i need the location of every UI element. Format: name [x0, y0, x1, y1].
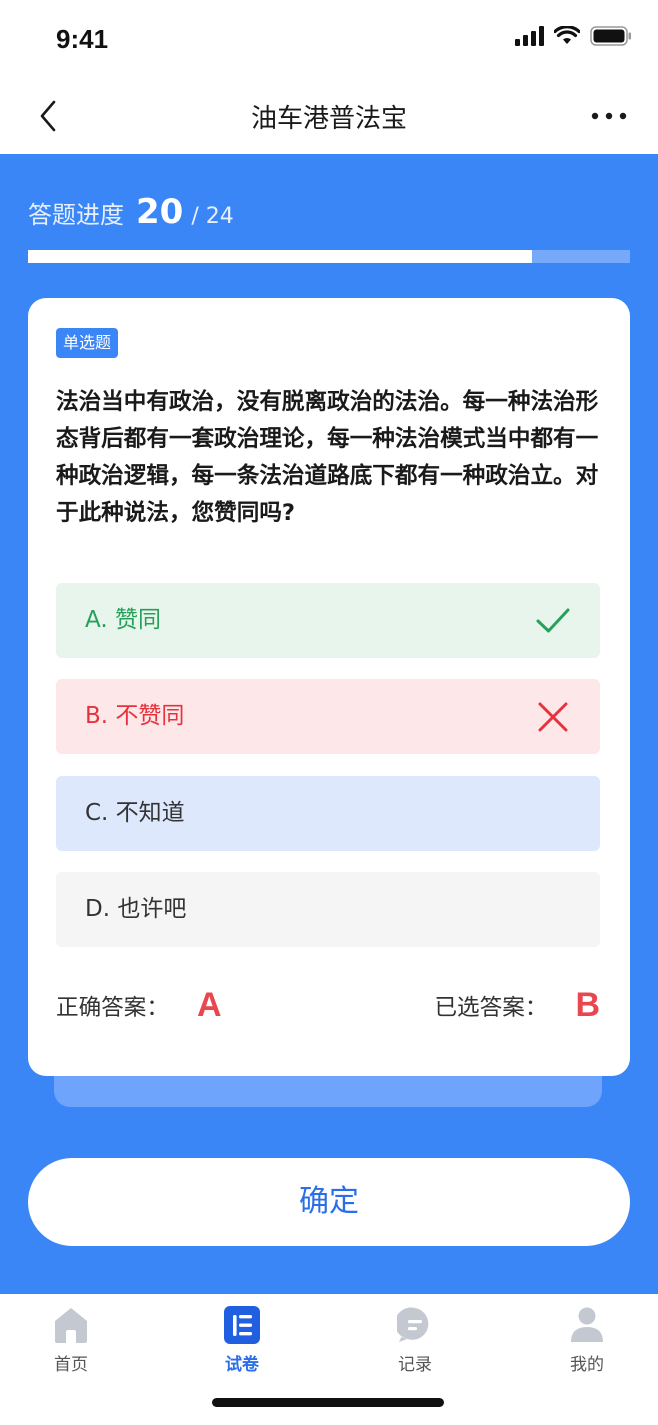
status-time: 9:41 — [56, 24, 109, 54]
tab-label: 试卷 — [225, 1355, 259, 1375]
option-label: A. 赞同 — [85, 607, 161, 633]
status-bar: 9:41 — [0, 0, 658, 80]
correct-answer: 正确答案： A — [56, 986, 222, 1025]
tab-label: 我的 — [570, 1355, 604, 1375]
status-icons — [515, 26, 632, 46]
progress-bar — [28, 250, 630, 263]
profile-icon — [571, 1307, 603, 1342]
selected-answer-label: 已选答案： — [434, 995, 548, 1021]
tab-label: 首页 — [54, 1355, 88, 1375]
progress-indicator: 答题进度 20 / 24 — [28, 192, 234, 232]
check-icon — [536, 608, 570, 633]
question-card: 单选题 法治当中有政治，没有脱离政治的法治。每一种法治形态背后都有一套政治理论，… — [28, 298, 630, 1076]
tab-label: 记录 — [398, 1355, 432, 1375]
option-label: D. 也许吧 — [85, 896, 187, 922]
record-chat-icon — [397, 1307, 429, 1342]
option-c[interactable]: C. 不知道 — [56, 776, 600, 851]
home-icon — [55, 1308, 87, 1343]
option-a[interactable]: A. 赞同 — [56, 583, 600, 658]
tab-profile[interactable]: 我的 — [537, 1304, 637, 1376]
correct-answer-value: A — [196, 986, 222, 1024]
home-indicator — [212, 1398, 444, 1407]
wifi-icon — [554, 26, 580, 44]
correct-answer-label: 正确答案： — [56, 995, 169, 1021]
option-label: B. 不赞同 — [85, 703, 185, 729]
confirm-button[interactable]: 确定 — [28, 1158, 630, 1246]
tab-exam[interactable]: 试卷 — [192, 1304, 292, 1376]
progress-bar-fill — [28, 250, 533, 263]
tab-record[interactable]: 记录 — [365, 1304, 465, 1376]
nav-bar: 油车港普法宝 — [0, 80, 658, 154]
option-d[interactable]: D. 也许吧 — [56, 872, 600, 947]
cross-icon — [538, 702, 568, 732]
option-b[interactable]: B. 不赞同 — [56, 679, 600, 754]
question-text: 法治当中有政治，没有脱离政治的法治。每一种法治形态背后都有一套政治理论，每一种法… — [56, 389, 599, 526]
option-label: C. 不知道 — [85, 800, 185, 826]
progress-total: / 24 — [191, 204, 234, 229]
exam-list-icon — [224, 1306, 260, 1344]
progress-current: 20 — [136, 192, 184, 232]
question-type-tag: 单选题 — [56, 328, 119, 358]
page-title: 油车港普法宝 — [250, 104, 407, 134]
selected-answer-value: B — [575, 986, 600, 1024]
selected-answer: 已选答案： B — [434, 986, 600, 1025]
battery-icon — [590, 26, 631, 46]
progress-label: 答题进度 — [28, 201, 124, 229]
cellular-signal-icon — [515, 26, 544, 46]
tab-home[interactable]: 首页 — [21, 1304, 121, 1376]
more-dots-icon[interactable] — [590, 104, 628, 128]
